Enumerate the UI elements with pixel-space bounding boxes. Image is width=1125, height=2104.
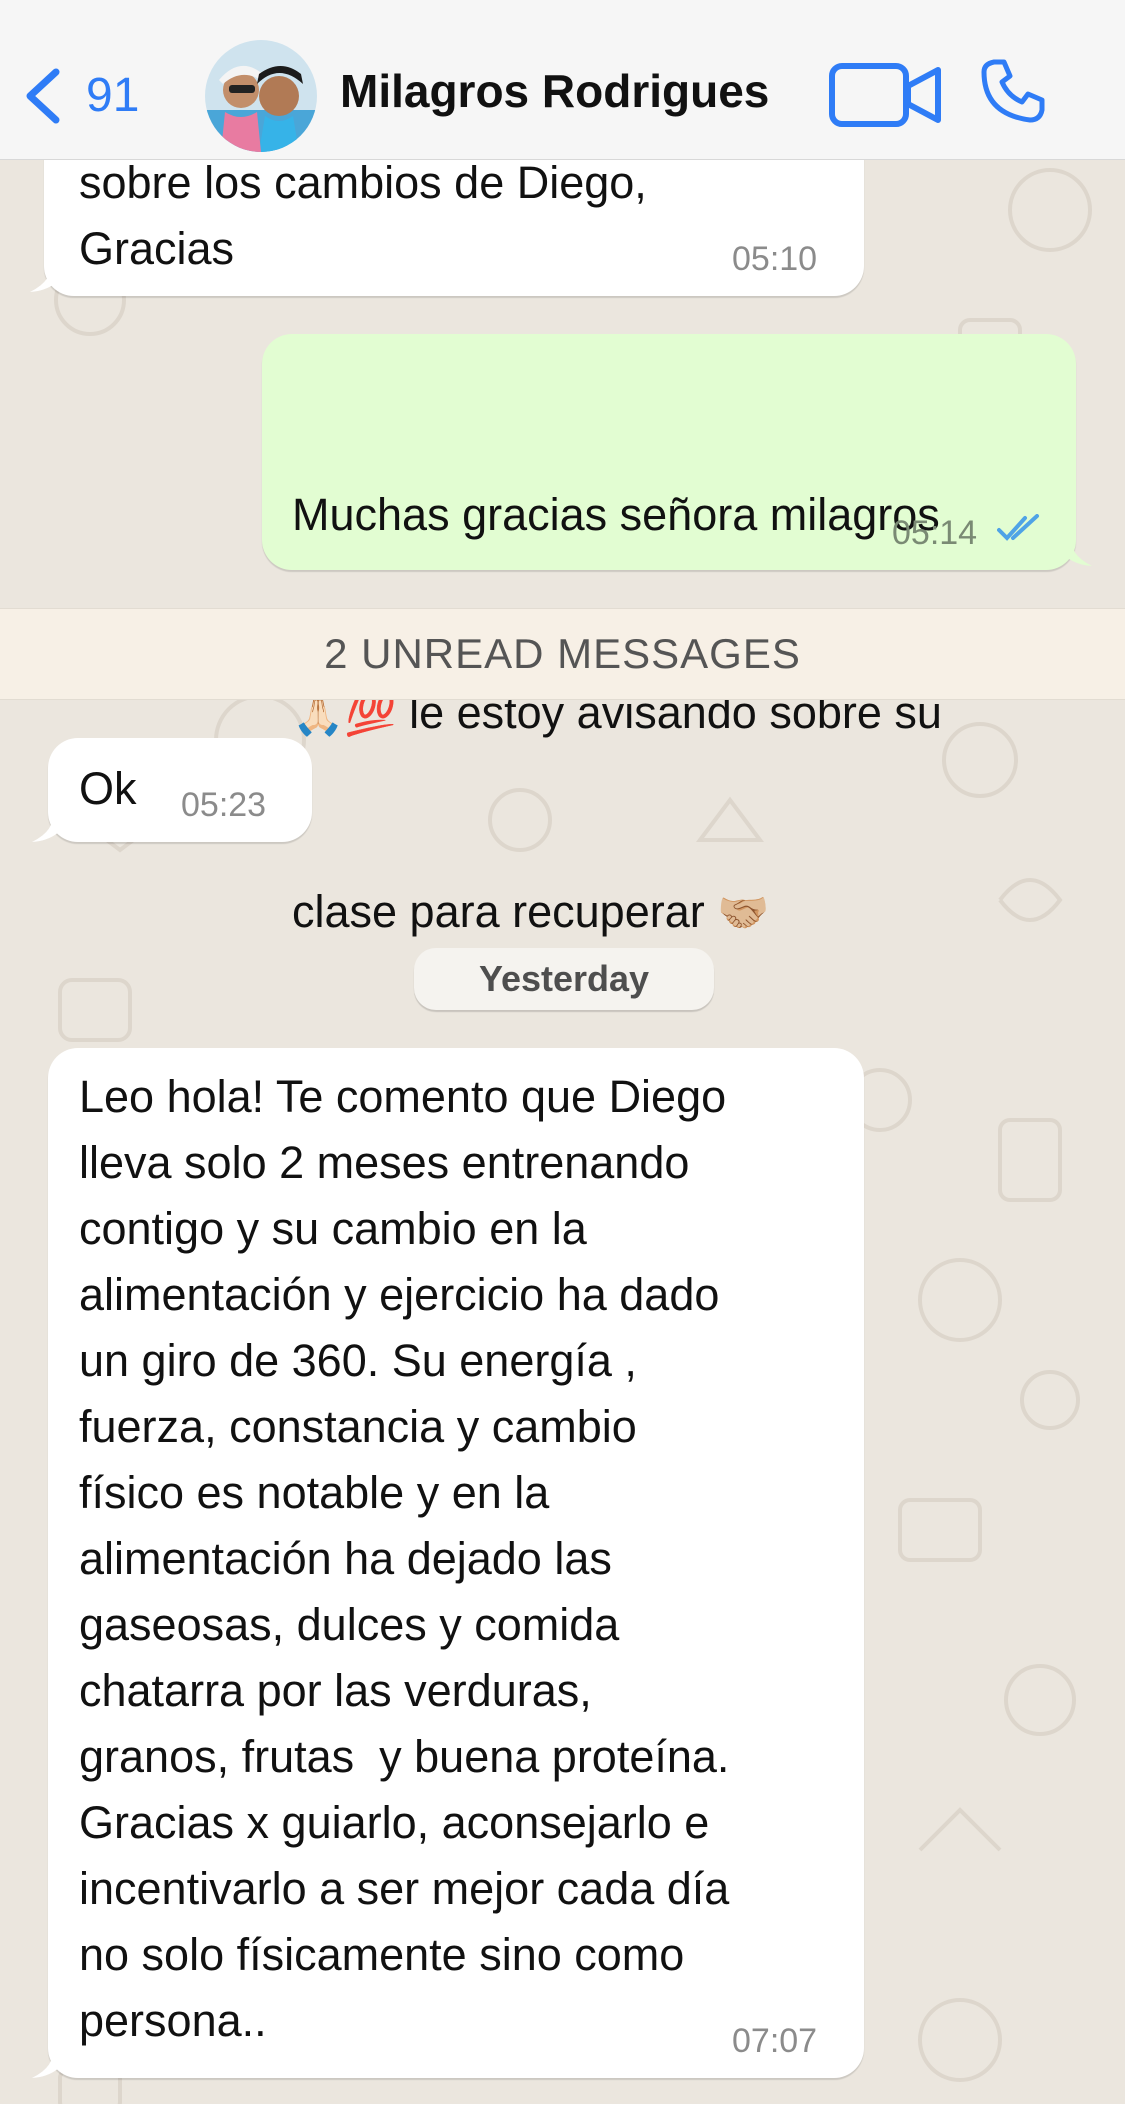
day-separator: Yesterday [414, 948, 714, 1010]
bubble-tail [32, 812, 72, 842]
message-line: clase para recuperar 🤝🏼 [292, 879, 1062, 946]
chat-header: 91 Milagros Rodrigues [0, 0, 1125, 160]
back-button[interactable]: 91 [22, 60, 139, 132]
handshake-emoji: 🤝🏼 [717, 888, 770, 937]
message-bubble-incoming[interactable]: Leo hola! Te comento que Diego lleva sol… [32, 1048, 864, 2078]
message-time: 07:07 [732, 2022, 818, 2060]
phone-icon [981, 59, 1045, 123]
unread-messages-banner: 2 UNREAD MESSAGES [0, 608, 1125, 700]
video-call-button[interactable] [828, 60, 946, 130]
bubble-tail [32, 2048, 72, 2078]
voice-call-button[interactable] [980, 58, 1046, 124]
double-check-icon [997, 514, 1039, 541]
message-text: Ok [79, 763, 137, 814]
chevron-left-icon [26, 68, 60, 124]
message-bubble-outgoing[interactable]: Muchas gracias señora milagros 🙏🏻💯 le es… [262, 334, 1092, 937]
message-time: 05:14 [892, 514, 978, 552]
avatar[interactable] [205, 40, 317, 152]
message-line-text: clase para recuperar [292, 886, 718, 937]
message-time: 05:10 [732, 240, 818, 278]
message-text: Leo hola! Te comento que Diego lleva sol… [79, 1071, 730, 2046]
message-time: 05:23 [181, 786, 267, 824]
bubble-tail [1052, 536, 1092, 566]
message-text: sobre los cambios de Diego, Gracias [79, 157, 647, 274]
message-bubble-incoming[interactable]: Ok 05:23 [32, 738, 312, 842]
unread-chats-count: 91 [86, 69, 140, 122]
avatar-photo [205, 40, 317, 152]
video-camera-icon [829, 63, 941, 127]
contact-name[interactable]: Milagros Rodrigues [340, 64, 769, 118]
bubble-tail [30, 262, 70, 292]
